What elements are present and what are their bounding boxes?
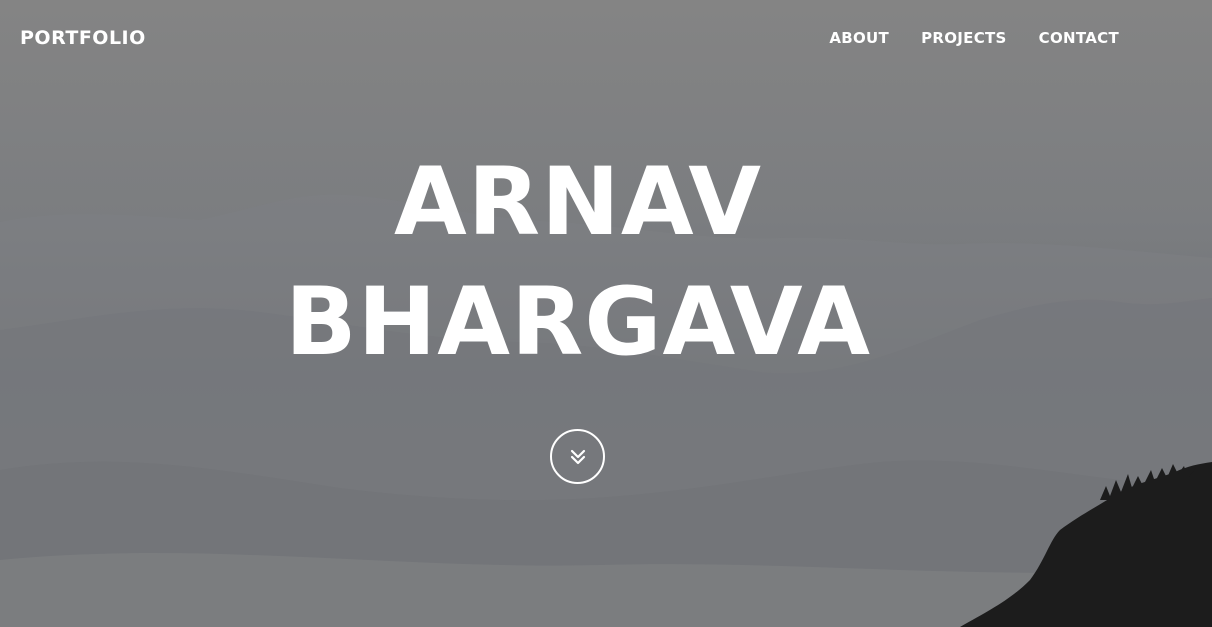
hero-title-line2: BHARGAVA — [284, 268, 872, 377]
nav-links: ABOUT PROJECTS CONTACT — [829, 29, 1119, 47]
scroll-down-button[interactable] — [550, 429, 605, 484]
hero-title-line1: ARNAV — [394, 148, 762, 257]
navbar: PORTFOLIO ABOUT PROJECTS CONTACT — [0, 0, 1212, 76]
brand-logo[interactable]: PORTFOLIO — [20, 27, 146, 49]
nav-link-projects[interactable]: PROJECTS — [921, 29, 1007, 47]
chevron-double-down-icon — [570, 449, 585, 464]
hero-section: PORTFOLIO ABOUT PROJECTS CONTACT ARNAV B… — [0, 0, 1212, 627]
nav-link-about[interactable]: ABOUT — [829, 29, 889, 47]
hero-title: ARNAV BHARGAVA — [0, 143, 1156, 383]
nav-link-contact[interactable]: CONTACT — [1039, 29, 1119, 47]
